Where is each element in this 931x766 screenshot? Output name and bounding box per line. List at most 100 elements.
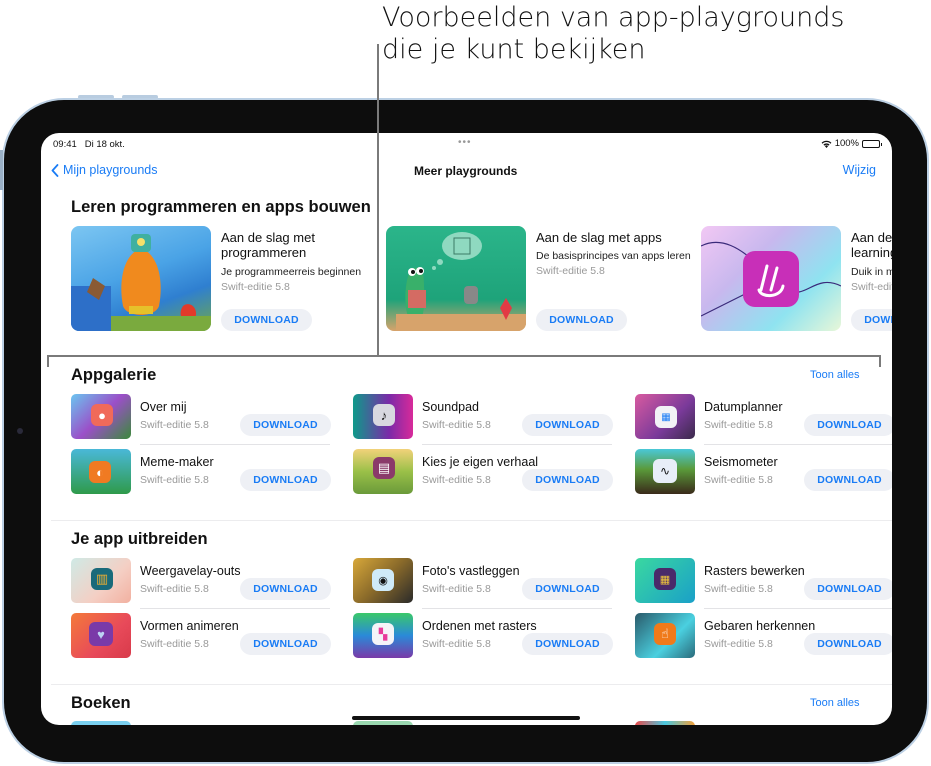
list-item[interactable]: ▤ Kies je eigen verhaal Swift-editie 5.8… — [353, 449, 623, 497]
grid-icon: ▚ — [372, 623, 394, 645]
book-icon: ▤ — [373, 457, 395, 479]
waveform-icon: ∿ — [653, 459, 677, 483]
featured-subtitle: De basisprincipes van apps leren — [536, 250, 691, 262]
app-thumbnail-vormen-animeren: ♥ — [71, 613, 131, 658]
list-item[interactable]: ● Over mij Swift-editie 5.8 DOWNLOAD — [71, 394, 341, 442]
item-version: Swift-editie 5.8 — [140, 419, 209, 431]
battery-percent: 100% — [834, 138, 859, 149]
download-button[interactable]: DOWNLOAD — [522, 469, 613, 491]
item-version: Swift-editie 5.8 — [422, 419, 491, 431]
uitbreiden-section-title: Je app uitbreiden — [71, 530, 208, 548]
featured-section-title: Leren programmeren en apps bouwen — [71, 198, 371, 216]
featured-version: Swift-editie 5.8 — [536, 265, 605, 277]
featured-artwork-machine-learning — [701, 226, 841, 331]
download-button[interactable]: DOWNLOAD — [522, 633, 613, 655]
app-thumbnail-seismometer: ∿ — [635, 449, 695, 494]
callout-bracket-left — [47, 355, 49, 367]
item-version: Swift-editie 5.8 — [704, 583, 773, 595]
download-button[interactable]: DOWNLOAD — [804, 633, 892, 655]
list-item[interactable]: ◐ Meme-maker Swift-editie 5.8 DOWNLOAD — [71, 449, 341, 497]
list-item[interactable]: ∿ Seismometer Swift-editie 5.8 DOWNLOAD — [635, 449, 892, 497]
panda-icon: ◐ — [89, 461, 111, 483]
featured-subtitle: Duik in machine learning — [851, 266, 892, 278]
home-indicator[interactable] — [352, 716, 580, 720]
book-thumbnail[interactable] — [71, 721, 131, 725]
appgalerie-section-title: Appgalerie — [71, 366, 157, 384]
download-button[interactable]: DOWNLOAD — [851, 309, 892, 331]
featured-subtitle: Je programmeerreis beginnen — [221, 266, 362, 278]
item-title: Rasters bewerken — [704, 564, 805, 578]
app-thumbnail-soundpad: ♪ — [353, 394, 413, 439]
download-button[interactable]: DOWNLOAD — [522, 414, 613, 436]
callout-line-2: die je kunt bekijken — [382, 34, 646, 65]
row-divider — [140, 608, 330, 609]
row-divider — [422, 444, 612, 445]
book-thumbnail[interactable] — [635, 721, 695, 725]
download-button[interactable]: DOWNLOAD — [240, 414, 331, 436]
featured-title: Aan de slag met programmeren — [221, 230, 315, 260]
featured-card[interactable]: Aan de slag met programmeren Je programm… — [71, 226, 381, 332]
download-button[interactable]: DOWNLOAD — [804, 469, 892, 491]
item-version: Swift-editie 5.8 — [140, 638, 209, 650]
book-thumbnail[interactable] — [353, 721, 413, 725]
edit-button[interactable]: Wijzig — [843, 163, 876, 177]
app-thumbnail-datumplanner: ▦ — [635, 394, 695, 439]
download-button[interactable]: DOWNLOAD — [240, 469, 331, 491]
featured-artwork-programming — [71, 226, 211, 331]
status-bar: 09:41 Di 18 okt. ••• 100% — [41, 133, 892, 155]
featured-card[interactable]: Aan de slag met apps De basisprincipes v… — [386, 226, 696, 332]
item-version: Swift-editie 5.8 — [704, 638, 773, 650]
app-thumbnail-gebaren-herkennen: ☝ — [635, 613, 695, 658]
item-version: Swift-editie 5.8 — [140, 474, 209, 486]
item-title: Datumplanner — [704, 400, 783, 414]
person-icon: ● — [91, 404, 113, 426]
multitasking-dots[interactable]: ••• — [458, 137, 472, 148]
featured-version: Swift-editie 5.8 — [221, 281, 290, 293]
download-button[interactable]: DOWNLOAD — [221, 309, 312, 331]
download-button[interactable]: DOWNLOAD — [804, 414, 892, 436]
grid-edit-icon: ▦ — [654, 568, 676, 590]
back-label: Mijn playgrounds — [63, 163, 158, 177]
notebook-icon: ▥ — [91, 568, 113, 590]
time: 09:41 — [53, 139, 77, 150]
list-item[interactable]: ☝ Gebaren herkennen Swift-editie 5.8 DOW… — [635, 613, 892, 661]
item-title: Weergavelay-outs — [140, 564, 241, 578]
list-item[interactable]: ▥ Weergavelay-outs Swift-editie 5.8 DOWN… — [71, 558, 341, 606]
app-thumbnail-fotos-vastleggen: ◉ — [353, 558, 413, 603]
item-version: Swift-editie 5.8 — [422, 474, 491, 486]
list-item[interactable]: ◉ Foto's vastleggen Swift-editie 5.8 DOW… — [353, 558, 623, 606]
app-thumbnail-weergavelay-outs: ▥ — [71, 558, 131, 603]
item-title: Vormen animeren — [140, 619, 239, 633]
see-all-appgalerie-link[interactable]: Toon alles — [810, 369, 860, 381]
list-item[interactable]: ▦ Datumplanner Swift-editie 5.8 DOWNLOAD — [635, 394, 892, 442]
item-title: Meme-maker — [140, 455, 214, 469]
calendar-icon: ▦ — [655, 406, 677, 428]
app-thumbnail-kies-je-eigen-verhaal: ▤ — [353, 449, 413, 494]
download-button[interactable]: DOWNLOAD — [240, 633, 331, 655]
front-camera — [17, 428, 23, 434]
download-button[interactable]: DOWNLOAD — [804, 578, 892, 600]
list-item[interactable]: ♪ Soundpad Swift-editie 5.8 DOWNLOAD — [353, 394, 623, 442]
featured-card[interactable]: Aan de slag met machine learning Duik in… — [701, 226, 892, 332]
section-divider — [51, 520, 892, 521]
list-item[interactable]: ▚ Ordenen met rasters Swift-editie 5.8 D… — [353, 613, 623, 661]
item-version: Swift-editie 5.8 — [422, 583, 491, 595]
download-button[interactable]: DOWNLOAD — [522, 578, 613, 600]
app-thumbnail-over-mij: ● — [71, 394, 131, 439]
list-item[interactable]: ♥ Vormen animeren Swift-editie 5.8 DOWNL… — [71, 613, 341, 661]
download-button[interactable]: DOWNLOAD — [240, 578, 331, 600]
item-title: Soundpad — [422, 400, 480, 414]
screen: 09:41 Di 18 okt. ••• 100% Mijn playgroun… — [41, 133, 892, 725]
callout-leader-line — [377, 44, 379, 356]
battery-icon — [862, 139, 882, 148]
download-button[interactable]: DOWNLOAD — [536, 309, 627, 331]
app-thumbnail-rasters-bewerken: ▦ — [635, 558, 695, 603]
see-all-boeken-link[interactable]: Toon alles — [810, 697, 860, 709]
callout-bracket-right — [879, 355, 881, 367]
wifi-icon — [821, 140, 832, 148]
back-button[interactable]: Mijn playgrounds — [51, 163, 158, 177]
row-divider — [704, 608, 892, 609]
app-thumbnail-ordenen-met-rasters: ▚ — [353, 613, 413, 658]
list-item[interactable]: ▦ Rasters bewerken Swift-editie 5.8 DOWN… — [635, 558, 892, 606]
callout-line-1: Voorbeelden van app-playgrounds — [382, 2, 845, 33]
